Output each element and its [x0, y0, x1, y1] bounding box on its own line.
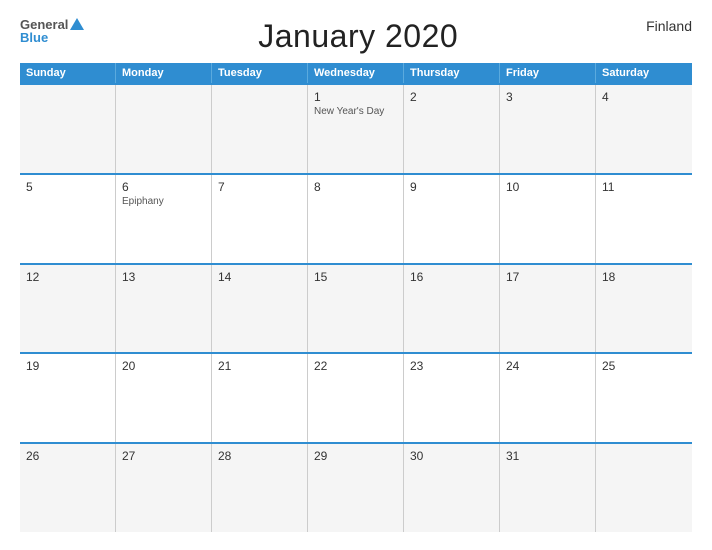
cell-w3-d2: 21: [212, 354, 308, 442]
week-row-2: 12 13 14 15 16 17 18: [20, 263, 692, 353]
cell-w3-d4: 23: [404, 354, 500, 442]
day-number: 31: [506, 449, 589, 463]
cell-w1-d0: 5: [20, 175, 116, 263]
cell-w2-d6: 18: [596, 265, 692, 353]
week-row-1: 56 Epiphany 789 10 11: [20, 173, 692, 263]
cell-w0-d2: [212, 85, 308, 173]
day-number: 28: [218, 449, 301, 463]
cell-w0-d6: 4: [596, 85, 692, 173]
cell-w2-d1: 13: [116, 265, 212, 353]
event-label: Epiphany: [122, 196, 205, 207]
cell-w2-d3: 15: [308, 265, 404, 353]
cell-w4-d2: 28: [212, 444, 308, 532]
day-number: 1: [314, 90, 397, 104]
weeks-container: 1New Year's Day23456Epiphany789101112131…: [20, 83, 692, 532]
country-label: Finland: [632, 18, 692, 34]
cell-w4-d0: 26: [20, 444, 116, 532]
cell-w1-d1: 6 Epiphany: [116, 175, 212, 263]
logo-triangle-icon: [70, 18, 84, 30]
day-number: 10: [506, 180, 589, 194]
cell-w2-d2: 14: [212, 265, 308, 353]
day-number: 26: [26, 449, 109, 463]
calendar-header-row: Sunday Monday Tuesday Wednesday Thursday…: [20, 63, 692, 83]
cell-w0-d4: 2: [404, 85, 500, 173]
cell-w3-d1: 20: [116, 354, 212, 442]
day-number: 21: [218, 359, 301, 373]
cell-w4-d5: 31: [500, 444, 596, 532]
cell-w1-d3: 8: [308, 175, 404, 263]
cell-w4-d3: 29: [308, 444, 404, 532]
day-number: 27: [122, 449, 205, 463]
day-number: 9: [410, 180, 493, 194]
cell-w2-d0: 12: [20, 265, 116, 353]
header: General Blue January 2020 Finland: [20, 18, 692, 55]
cell-w1-d5: 10: [500, 175, 596, 263]
day-number: 15: [314, 270, 397, 284]
day-number: 16: [410, 270, 493, 284]
cell-w4-d6: [596, 444, 692, 532]
col-saturday: Saturday: [596, 63, 692, 83]
day-number: 2: [410, 90, 493, 104]
cell-w0-d0: [20, 85, 116, 173]
page: General Blue January 2020 Finland Sunday…: [0, 0, 712, 550]
day-number: 12: [26, 270, 109, 284]
cell-w1-d6: 11: [596, 175, 692, 263]
cell-w0-d3: 1 New Year's Day: [308, 85, 404, 173]
cell-w2-d4: 16: [404, 265, 500, 353]
cell-w3-d0: 19: [20, 354, 116, 442]
cell-w0-d1: [116, 85, 212, 173]
week-row-4: 26 27 28 29 30 31: [20, 442, 692, 532]
day-number: 18: [602, 270, 686, 284]
cell-w0-d5: 3: [500, 85, 596, 173]
cell-w3-d6: 25: [596, 354, 692, 442]
cell-w4-d4: 30: [404, 444, 500, 532]
day-number: 8: [314, 180, 397, 194]
day-number: 6: [122, 180, 205, 194]
day-number: 3: [506, 90, 589, 104]
cell-w1-d2: 7: [212, 175, 308, 263]
col-thursday: Thursday: [404, 63, 500, 83]
day-number: 17: [506, 270, 589, 284]
day-number: 29: [314, 449, 397, 463]
day-number: 24: [506, 359, 589, 373]
logo-blue-text: Blue: [20, 31, 48, 44]
week-row-0: 1 New Year's Day 234: [20, 83, 692, 173]
event-label: New Year's Day: [314, 106, 397, 117]
calendar-title: January 2020: [84, 18, 632, 55]
day-number: 30: [410, 449, 493, 463]
week-row-3: 19 20 21 22 23 24 25: [20, 352, 692, 442]
cell-w1-d4: 9: [404, 175, 500, 263]
calendar: Sunday Monday Tuesday Wednesday Thursday…: [20, 63, 692, 532]
day-number: 25: [602, 359, 686, 373]
day-number: 20: [122, 359, 205, 373]
day-number: 5: [26, 180, 109, 194]
day-number: 19: [26, 359, 109, 373]
day-number: 11: [602, 180, 686, 194]
col-friday: Friday: [500, 63, 596, 83]
cell-w3-d3: 22: [308, 354, 404, 442]
day-number: 22: [314, 359, 397, 373]
cell-w2-d5: 17: [500, 265, 596, 353]
day-number: 14: [218, 270, 301, 284]
col-sunday: Sunday: [20, 63, 116, 83]
col-monday: Monday: [116, 63, 212, 83]
day-number: 4: [602, 90, 686, 104]
col-tuesday: Tuesday: [212, 63, 308, 83]
day-number: 7: [218, 180, 301, 194]
logo: General Blue: [20, 18, 84, 44]
col-wednesday: Wednesday: [308, 63, 404, 83]
cell-w4-d1: 27: [116, 444, 212, 532]
cell-w3-d5: 24: [500, 354, 596, 442]
day-number: 23: [410, 359, 493, 373]
day-number: 13: [122, 270, 205, 284]
